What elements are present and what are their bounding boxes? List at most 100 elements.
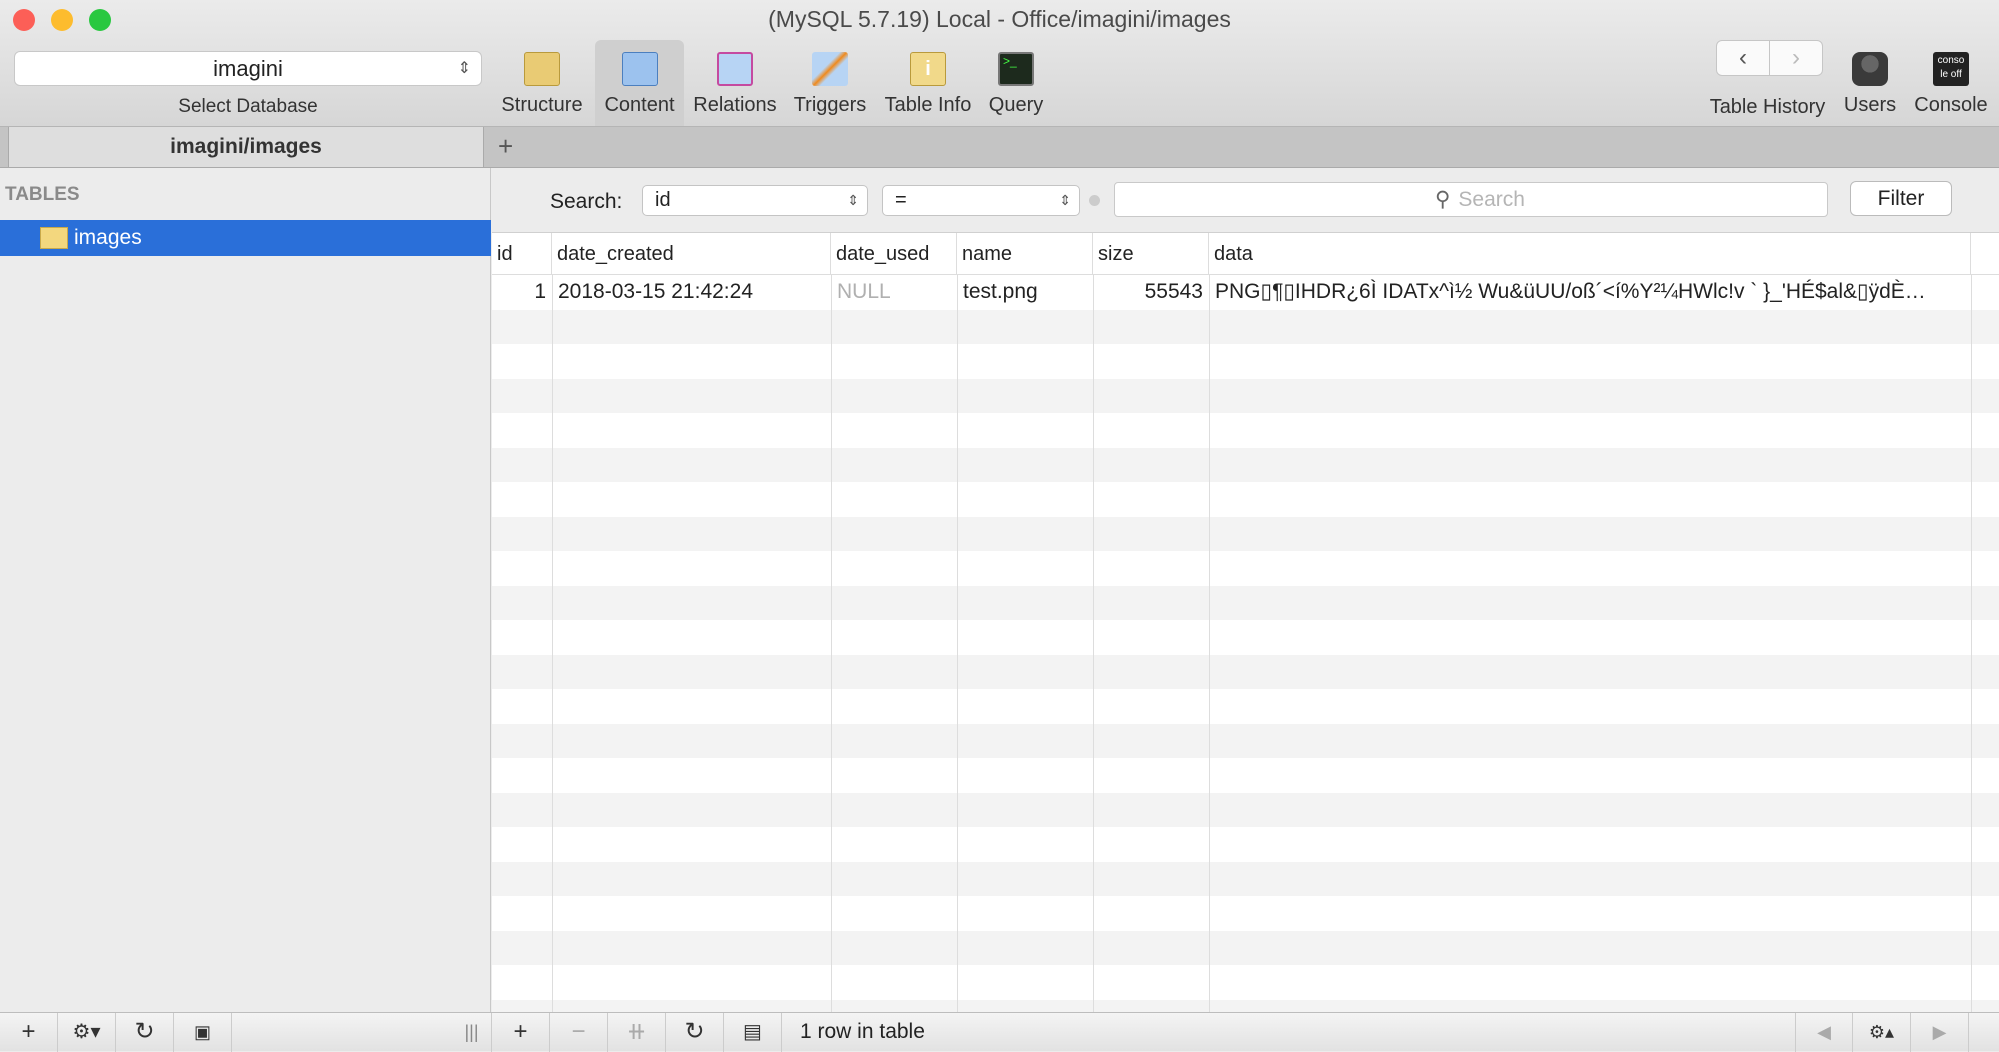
tab-imagini-images[interactable]: imagini/images [8, 127, 484, 168]
select-database-label: Select Database [178, 96, 318, 117]
users-button[interactable]: Users [1840, 40, 1900, 126]
column-header-size[interactable]: size [1093, 233, 1209, 275]
table-row[interactable] [492, 551, 1999, 586]
refresh-tables-button[interactable]: ↻ [116, 1013, 174, 1052]
column-header-date-used[interactable]: date_used [831, 233, 957, 275]
table-row[interactable] [492, 861, 1999, 896]
operator-select[interactable]: = ⇕ [882, 185, 1080, 216]
table-row[interactable] [492, 482, 1999, 517]
toolbar: (MySQL 5.7.19) Local - Office/imagini/im… [0, 0, 1999, 127]
structure-button[interactable]: Structure [496, 40, 588, 126]
field-value: id [655, 189, 671, 211]
table-row[interactable] [492, 309, 1999, 344]
table-row[interactable] [492, 516, 1999, 551]
table-row[interactable] [492, 413, 1999, 448]
operator-value: = [895, 189, 907, 211]
add-row-button[interactable]: + [492, 1013, 550, 1052]
users-icon [1852, 52, 1888, 86]
add-tab-button[interactable]: + [498, 131, 513, 162]
table-row[interactable] [492, 620, 1999, 655]
row-count-status: 1 row in table [800, 1020, 925, 1043]
search-placeholder: Search [1458, 188, 1525, 211]
gear-menu-button[interactable]: ⚙▾ [58, 1013, 116, 1052]
bottom-bar: + ⚙▾ ↻ ▣ ||| + − ⧺ ↻ ▤ 1 row in table ◀ … [0, 1012, 1999, 1052]
delete-row-button[interactable]: − [550, 1013, 608, 1052]
info-icon: i [910, 52, 946, 86]
updown-icon: ⇕ [457, 60, 471, 77]
cell-id[interactable]: 1 [492, 275, 552, 310]
next-page-button[interactable]: ▶ [1911, 1013, 1969, 1052]
table-row[interactable] [492, 965, 1999, 1000]
cell-name[interactable]: test.png [957, 275, 1093, 310]
sidebar-item-images[interactable]: images [0, 220, 491, 256]
console-button[interactable]: conso le off Console [1908, 40, 1994, 126]
table-row[interactable] [492, 792, 1999, 827]
updown-icon: ⇕ [847, 192, 859, 208]
table-row[interactable] [492, 654, 1999, 689]
relations-icon [717, 52, 753, 86]
search-input[interactable]: ⚲ Search [1114, 182, 1828, 217]
filter-button[interactable]: Filter [1850, 181, 1952, 216]
table-info-button[interactable]: i Table Info [880, 40, 976, 126]
database-value: imagini [213, 56, 283, 81]
filter-bar: Search: id ⇕ = ⇕ ⚲ Search Filter [492, 168, 1999, 233]
structure-icon [524, 52, 560, 86]
table-row[interactable] [492, 689, 1999, 724]
cell-data[interactable]: PNG▯¶▯IHDR¿6Ì IDATx^ì½ Wu&üUU/oß´<í%Y²¼H… [1209, 275, 1971, 310]
table-name: images [74, 226, 142, 249]
content-button[interactable]: Content [595, 40, 684, 126]
label: Relations [693, 94, 777, 116]
label: Structure [501, 94, 583, 116]
table-history-label: Table History [1709, 96, 1826, 118]
column-header-id[interactable]: id [492, 233, 552, 275]
table-icon [40, 227, 68, 249]
relations-button[interactable]: Relations [690, 40, 780, 126]
cell-date-created[interactable]: 2018-03-15 21:42:24 [552, 275, 831, 310]
table-row[interactable] [492, 723, 1999, 758]
refresh-content-button[interactable]: ↻ [666, 1013, 724, 1052]
window-title: (MySQL 5.7.19) Local - Office/imagini/im… [768, 6, 1231, 32]
query-log-icon[interactable]: ▤ [724, 1013, 782, 1052]
console-icon: conso le off [1933, 52, 1969, 86]
status-dot [1089, 195, 1100, 206]
tab-bar: imagini/images + [0, 127, 1999, 168]
column-header-date-created[interactable]: date_created [552, 233, 831, 275]
table-row[interactable] [492, 378, 1999, 413]
forward-button[interactable]: › [1769, 40, 1823, 76]
add-table-button[interactable]: + [0, 1013, 58, 1052]
cell-size[interactable]: 55543 [1093, 275, 1209, 310]
table-row[interactable] [492, 585, 1999, 620]
duplicate-row-button[interactable]: ⧺ [608, 1013, 666, 1052]
content-icon [621, 52, 658, 86]
label: Console [1914, 94, 1988, 116]
terminal-icon: >_ [998, 52, 1034, 86]
table-row[interactable] [492, 999, 1999, 1012]
label: Content [604, 94, 675, 116]
table-row[interactable] [492, 344, 1999, 379]
content-table: 1 2018-03-15 21:42:24 NULL test.png 55543 PNG… [492, 233, 1999, 1012]
triggers-button[interactable]: Triggers [788, 40, 872, 126]
label: Table Info [884, 94, 972, 116]
query-button[interactable]: >_ Query [984, 40, 1048, 126]
table-row[interactable] [492, 896, 1999, 931]
label: Users [1843, 94, 1897, 116]
table-header: id date_created date_used name size data [492, 233, 1999, 275]
cell-date-used[interactable]: NULL [831, 275, 957, 310]
column-header-data[interactable]: data [1209, 233, 1971, 275]
toggle-panel-icon[interactable]: ▣ [174, 1013, 232, 1052]
resize-handle[interactable]: ||| [452, 1013, 492, 1052]
table-row[interactable] [492, 447, 1999, 482]
search-icon: ⚲ [1435, 188, 1451, 211]
table-row[interactable] [492, 827, 1999, 862]
previous-page-button[interactable]: ◀ [1795, 1013, 1853, 1052]
label: Triggers [793, 94, 867, 116]
table-row[interactable]: 1 2018-03-15 21:42:24 NULL test.png 55543 PNG… [492, 275, 1999, 310]
table-row[interactable] [492, 758, 1999, 793]
pagination-gear-button[interactable]: ⚙▴ [1853, 1013, 1911, 1052]
column-header-name[interactable]: name [957, 233, 1093, 275]
back-button[interactable]: ‹ [1716, 40, 1770, 76]
database-select[interactable]: imagini ⇕ [14, 51, 482, 86]
search-label: Search: [550, 190, 623, 213]
field-select[interactable]: id ⇕ [642, 185, 868, 216]
table-row[interactable] [492, 930, 1999, 965]
